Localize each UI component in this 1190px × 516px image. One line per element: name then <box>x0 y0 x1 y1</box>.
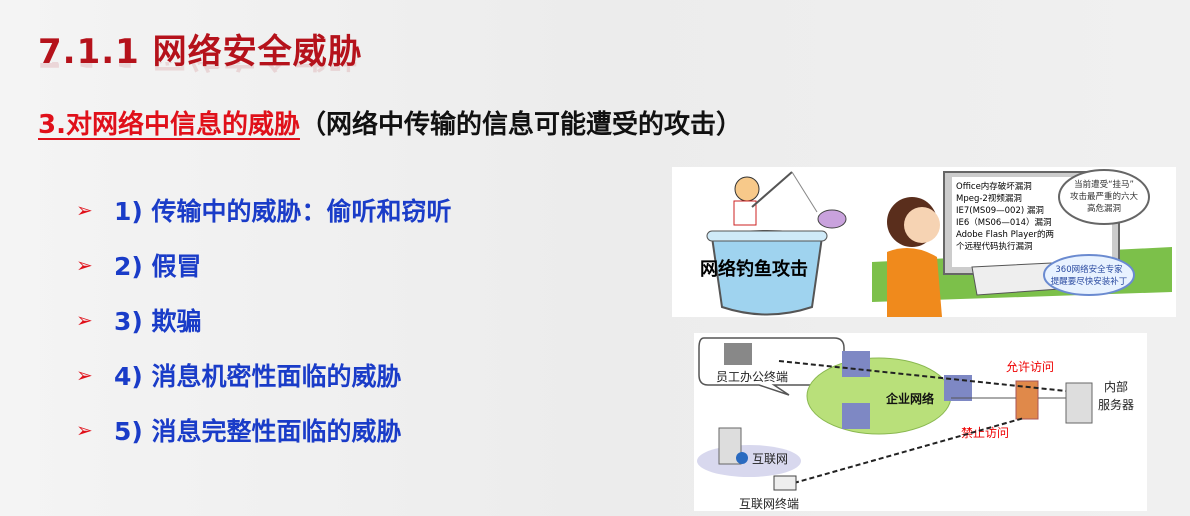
phishing-caption: 网络钓鱼攻击 <box>700 258 808 280</box>
list-item: ➢ 1) 传输中的威胁：偷听和窃听 <box>76 182 452 237</box>
speech-bubble <box>1043 254 1135 296</box>
list-item: ➢ 2) 假冒 <box>76 237 452 292</box>
bubble-text: 高危漏洞 <box>1087 203 1121 214</box>
bullet-text: 3) 欺骗 <box>114 306 202 336</box>
bullet-text: 2) 假冒 <box>114 251 202 281</box>
woman-icon <box>887 248 942 317</box>
list-item: ➢ 5) 消息完整性面临的威胁 <box>76 402 452 457</box>
slide-title: 7.1.1 网络安全威胁 <box>38 32 363 72</box>
bubble-text: 当前遭受“挂马” <box>1074 179 1134 190</box>
bullet-text: 4) 消息机密性面临的威胁 <box>114 361 402 391</box>
phishing-illustration: 网络钓鱼攻击 Office内存破坏漏洞 Mpeg-2视频漏洞 IE7(MS09—… <box>672 167 1176 317</box>
arrow-bullet-icon: ➢ <box>76 307 93 332</box>
screen-line: 个远程代码执行漏洞 <box>956 241 1033 252</box>
arrow-bullet-icon: ➢ <box>76 252 93 277</box>
slide-subtitle: 3.对网络中信息的威胁（网络中传输的信息可能遭受的攻击） <box>38 104 742 141</box>
fisherman-icon <box>734 176 760 202</box>
list-item: ➢ 4) 消息机密性面临的威胁 <box>76 347 452 402</box>
employee-label: 员工办公终端 <box>716 369 788 384</box>
subtitle-highlight: 3.对网络中信息的威胁 <box>38 110 300 140</box>
screen-line: IE6（MS06—014）漏洞 <box>956 217 1052 228</box>
bullet-text: 5) 消息完整性面临的威胁 <box>114 416 402 446</box>
bubble-text: 提醒要尽快安装补丁 <box>1051 276 1128 287</box>
screen-line: Office内存破坏漏洞 <box>956 181 1032 192</box>
bullet-text: 1) 传输中的威胁：偷听和窃听 <box>114 196 452 226</box>
network-diagram: 员工办公终端 企业网络 允许访问 禁止访问 内部 服务器 互联网 互联网终端 <box>694 333 1147 511</box>
laptop-icon <box>773 475 797 491</box>
screen-line: Adobe Flash Player的两 <box>956 229 1054 240</box>
subtitle-rest: （网络中传输的信息可能遭受的攻击） <box>299 110 742 140</box>
router-icon <box>842 403 870 429</box>
globe-icon <box>736 452 748 464</box>
fish-icon <box>817 209 847 229</box>
arrow-bullet-icon: ➢ <box>76 417 93 442</box>
internet-terminal-label: 互联网终端 <box>739 496 799 511</box>
arrow-bullet-icon: ➢ <box>76 197 93 222</box>
screen-line: IE7(MS09—002) 漏洞 <box>956 205 1044 216</box>
computer-icon <box>724 343 752 365</box>
server-label: 服务器 <box>1098 397 1134 412</box>
server-icon <box>1065 382 1093 424</box>
list-item: ➢ 3) 欺骗 <box>76 292 452 347</box>
arrow-bullet-icon: ➢ <box>76 362 93 387</box>
bubble-text: 360网络安全专家 <box>1055 264 1123 275</box>
enterprise-label: 企业网络 <box>885 391 934 406</box>
bubble-text: 攻击最严重的六大 <box>1070 191 1139 202</box>
internet-label: 互联网 <box>752 452 788 466</box>
deny-label: 禁止访问 <box>961 426 1009 440</box>
bullet-list: ➢ 1) 传输中的威胁：偷听和窃听 ➢ 2) 假冒 ➢ 3) 欺骗 ➢ 4) 消息机密性… <box>76 182 452 457</box>
server-label: 内部 <box>1104 379 1128 394</box>
allow-label: 允许访问 <box>1006 359 1054 374</box>
screen-line: Mpeg-2视频漏洞 <box>956 193 1022 204</box>
router-icon <box>842 351 870 377</box>
